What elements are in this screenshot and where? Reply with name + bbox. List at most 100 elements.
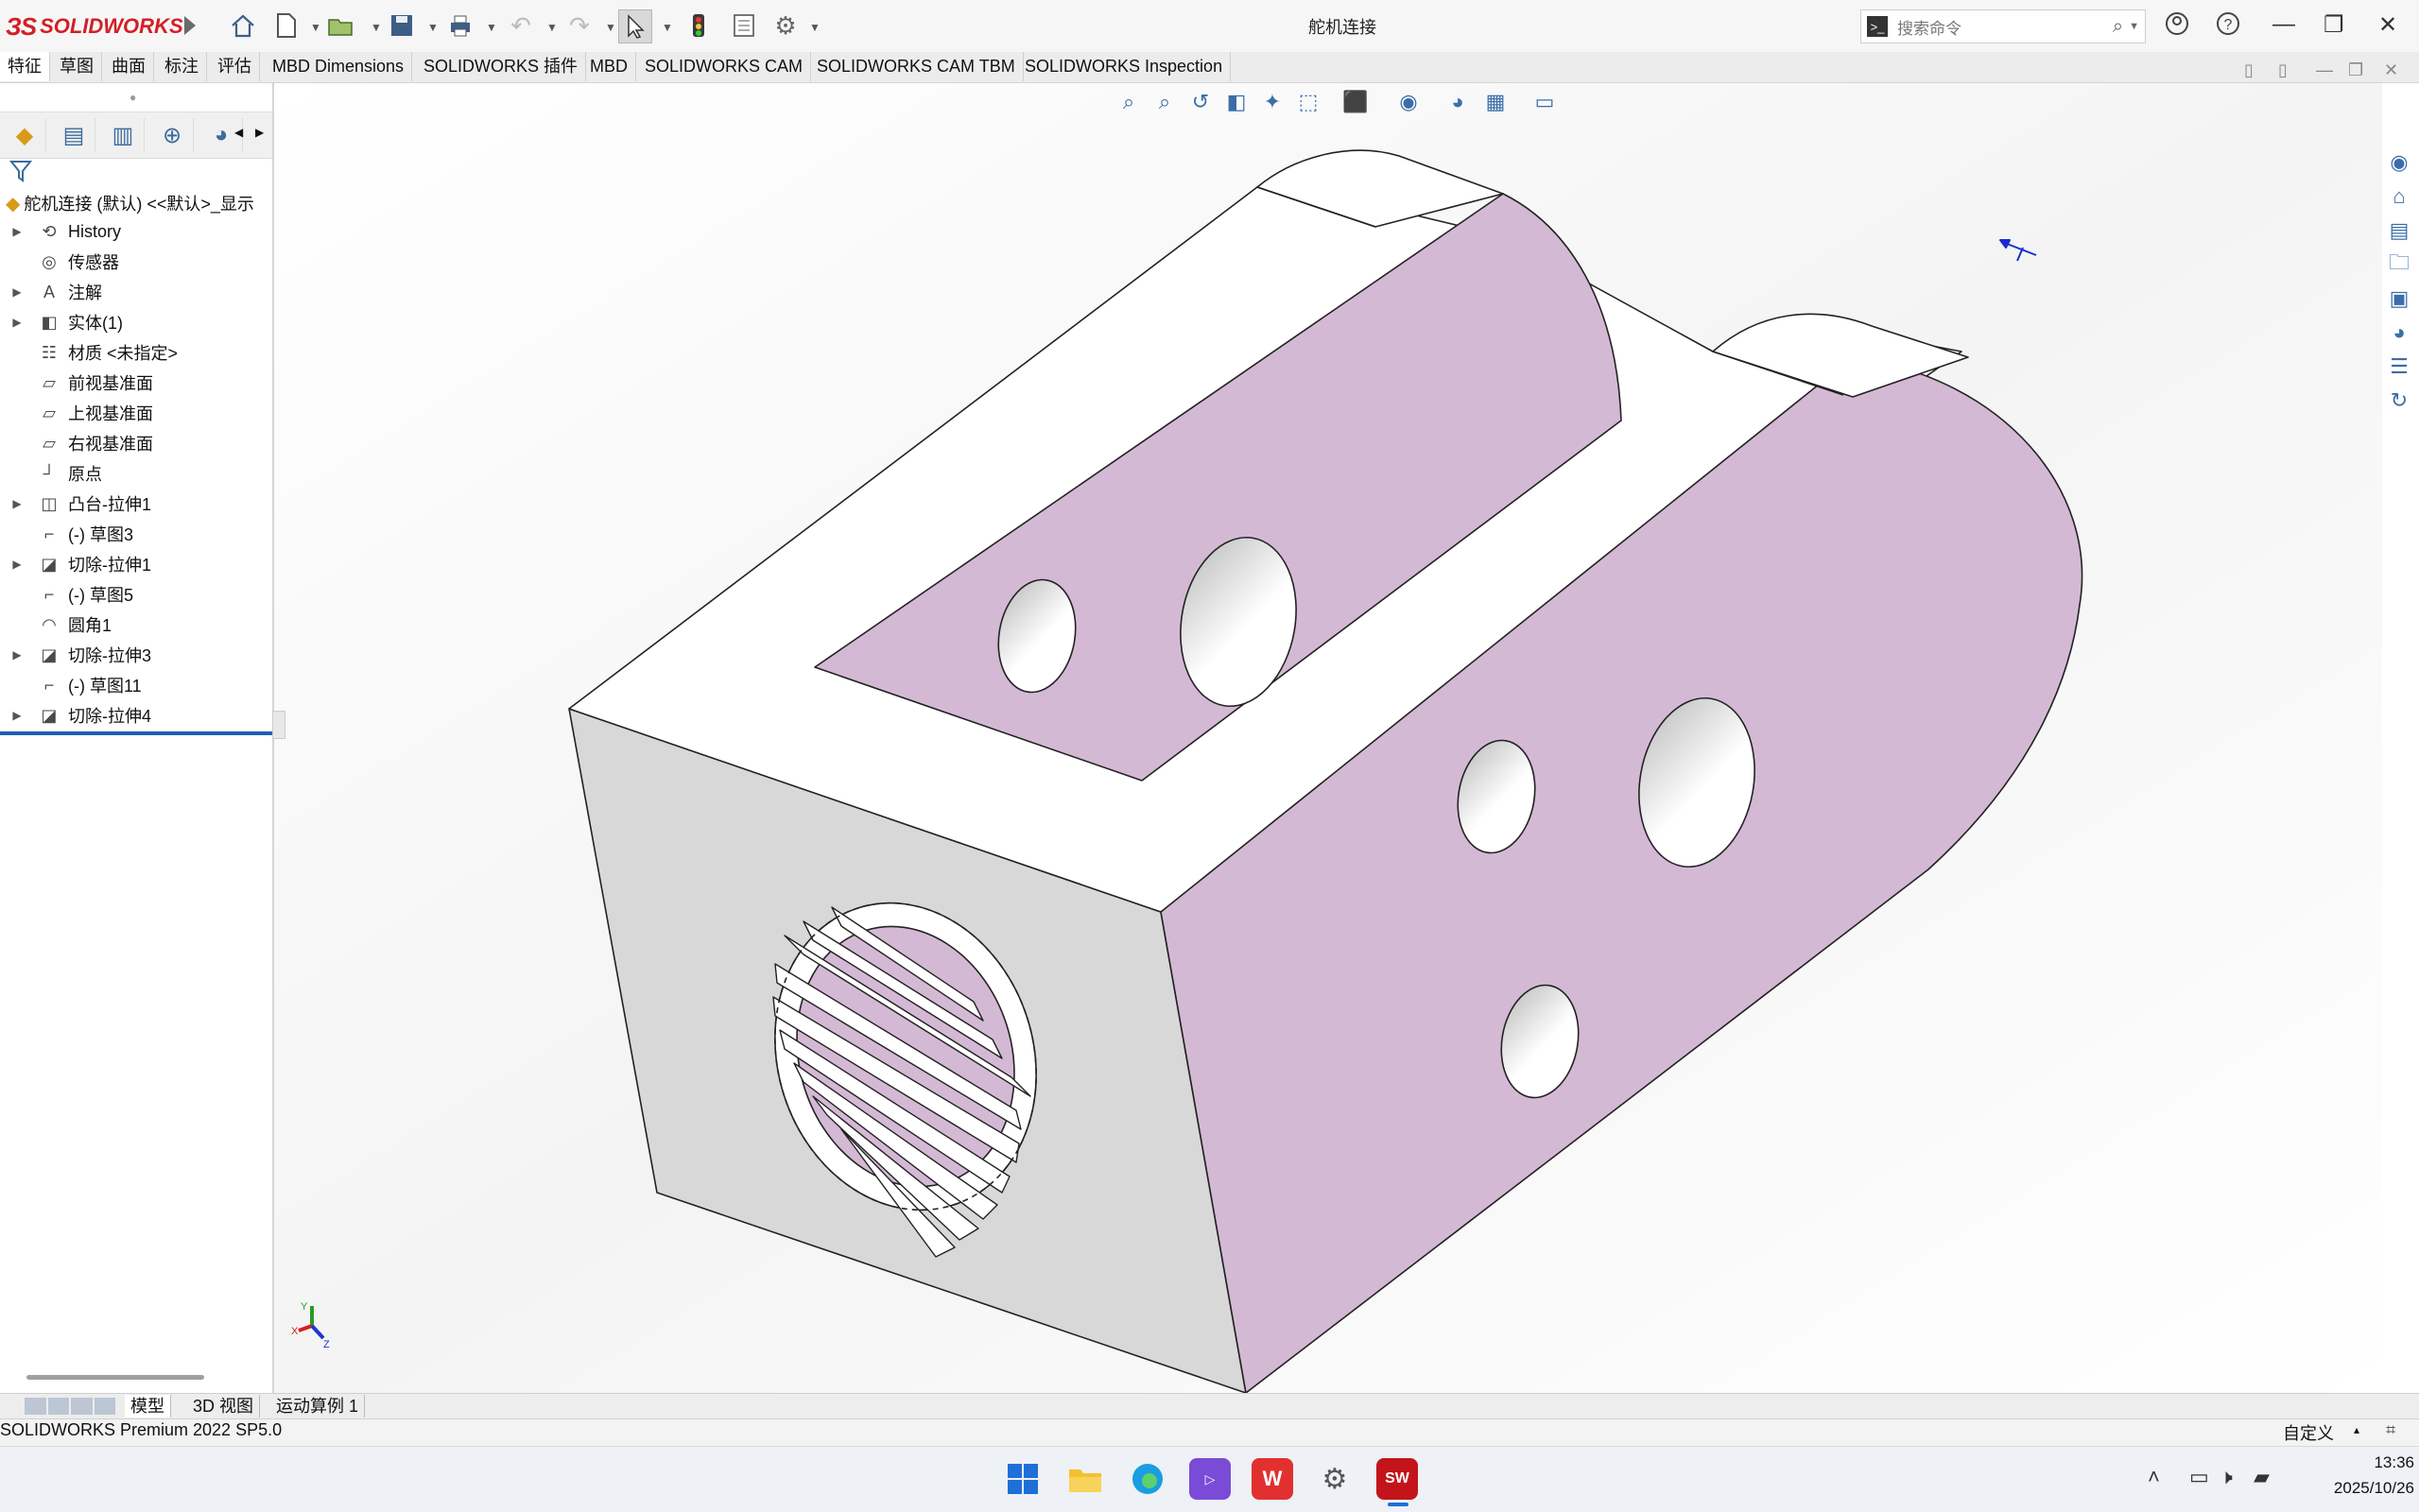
tree-item[interactable]: ▶ ◪ 切除-拉伸1 <box>0 550 270 578</box>
display-style-icon[interactable]: ⬛ <box>1340 87 1371 117</box>
search-dropdown-icon[interactable]: ▼ <box>2129 21 2139 32</box>
view-palette-icon[interactable]: ▣ <box>2384 284 2414 314</box>
tree-item[interactable]: ⌐ (-) 草图11 <box>0 671 270 699</box>
edit-appearance-icon[interactable]: ◕ <box>1443 87 1473 117</box>
tab-markup[interactable]: 标注 <box>157 52 207 81</box>
doc-minimize-icon[interactable]: — <box>2316 60 2333 80</box>
tab-sketch[interactable]: 草图 <box>52 52 102 81</box>
tree-filter-icon[interactable] <box>9 159 38 187</box>
print-icon[interactable] <box>444 9 476 42</box>
solidworks-taskbar-icon[interactable]: SW <box>1376 1458 1418 1500</box>
section-view-icon[interactable]: ◧ <box>1221 87 1252 117</box>
tab-3d-view[interactable]: 3D 视图 <box>187 1395 261 1418</box>
next-tab-icon[interactable] <box>71 1398 93 1415</box>
expand-arrow-icon[interactable]: ▶ <box>0 316 34 329</box>
save-dropdown-icon[interactable]: ▼ <box>427 21 439 34</box>
menu-expand-icon[interactable] <box>181 13 199 38</box>
clock-date[interactable]: 2025/10/26 <box>2297 1479 2414 1498</box>
propertymanager-tab-icon[interactable]: ▤ <box>53 118 95 152</box>
status-tag-icon[interactable]: ⌗ <box>2386 1420 2395 1440</box>
expand-arrow-icon[interactable]: ▶ <box>0 558 34 571</box>
clock-time[interactable]: 13:36 <box>2339 1453 2414 1472</box>
pane-right-icon[interactable]: ▯ <box>2278 60 2288 80</box>
dynamic-annotation-icon[interactable]: ✦ <box>1257 87 1287 117</box>
doc-restore-icon[interactable]: ❐ <box>2348 60 2363 80</box>
tree-item[interactable]: ▶ ◪ 切除-拉伸3 <box>0 641 270 669</box>
tab-solidworks-cam-tbm[interactable]: SOLIDWORKS CAM TBM <box>809 52 1024 81</box>
tree-item[interactable]: ◎ 传感器 <box>0 248 270 276</box>
tree-item[interactable]: ⌐ (-) 草图3 <box>0 520 270 548</box>
settings-taskbar-icon[interactable]: ⚙ <box>1314 1458 1356 1500</box>
hide-show-items-icon[interactable]: ◉ <box>1393 87 1424 117</box>
panel-horizontal-scrollbar[interactable] <box>26 1375 204 1380</box>
new-dropdown-icon[interactable]: ▼ <box>310 21 321 34</box>
tree-item[interactable]: ▱ 上视基准面 <box>0 399 270 427</box>
redo-dropdown-icon[interactable]: ▼ <box>605 21 616 34</box>
file-properties-icon[interactable] <box>728 9 760 42</box>
user-account-icon[interactable] <box>2165 11 2189 43</box>
tab-motion-study[interactable]: 运动算例 1 <box>270 1395 366 1418</box>
home-icon[interactable] <box>227 9 259 42</box>
expand-arrow-icon[interactable]: ▶ <box>0 225 34 238</box>
tab-solidworks-cam[interactable]: SOLIDWORKS CAM <box>637 52 812 81</box>
expand-arrow-icon[interactable]: ▶ <box>0 285 34 299</box>
tab-solidworks-addins[interactable]: SOLIDWORKS 插件 <box>416 52 587 81</box>
panel-collapse-handle[interactable] <box>272 711 285 739</box>
last-tab-icon[interactable] <box>94 1398 115 1415</box>
tree-item[interactable]: ⌐ (-) 草图5 <box>0 580 270 609</box>
featuremanager-tab-icon[interactable]: ◆ <box>4 118 46 152</box>
solidworks-logo[interactable]: ЗS SOLIDWORKS <box>6 9 183 43</box>
tree-item[interactable]: ▶ ◫ 凸台-拉伸1 <box>0 490 270 518</box>
tree-item[interactable]: ▶ A 注解 <box>0 278 270 306</box>
tab-features[interactable]: 特征 <box>0 52 50 81</box>
solidworks-resources-icon[interactable]: ◉ <box>2384 147 2414 178</box>
design-library-icon[interactable]: ▤ <box>2384 215 2414 246</box>
design-library-home-icon[interactable]: ⌂ <box>2384 181 2414 212</box>
file-explorer-icon[interactable]: 🗀 <box>2384 249 2414 280</box>
unit-system-selector[interactable]: 自定义 <box>2283 1420 2334 1445</box>
rollback-bar[interactable] <box>0 731 272 735</box>
tab-scroll-buttons[interactable] <box>25 1398 115 1415</box>
tabs-scroll-right-icon[interactable]: ▶ <box>255 126 264 139</box>
select-pointer-icon[interactable] <box>618 9 652 43</box>
expand-arrow-icon[interactable]: ▶ <box>0 648 34 662</box>
tree-item[interactable]: ▶ ◧ 实体(1) <box>0 308 270 336</box>
tab-mbd-dimensions[interactable]: MBD Dimensions <box>265 52 413 81</box>
visual-studio-preview-icon[interactable]: ▷ <box>1189 1458 1231 1500</box>
doc-close-icon[interactable]: ✕ <box>2384 60 2398 80</box>
new-document-icon[interactable] <box>270 9 302 42</box>
windows-start-icon[interactable] <box>1002 1458 1044 1500</box>
previous-view-icon[interactable]: ↺ <box>1185 87 1216 117</box>
search-icon[interactable]: ⌕ <box>2113 16 2123 38</box>
options-gear-icon[interactable]: ⚙ <box>769 9 802 42</box>
undo-dropdown-icon[interactable]: ▼ <box>546 21 558 34</box>
tab-surfaces[interactable]: 曲面 <box>104 52 154 81</box>
tree-item[interactable]: ▶ ⟲ History <box>0 217 270 246</box>
view-orientation-icon[interactable]: ⬚ <box>1293 87 1323 117</box>
custom-properties-icon[interactable]: ☰ <box>2384 352 2414 382</box>
edge-browser-icon[interactable] <box>1127 1458 1168 1500</box>
tree-root[interactable]: ◆ 舵机连接 (默认) <<默认>_显示 <box>6 191 270 215</box>
tree-item[interactable]: ▱ 前视基准面 <box>0 369 270 397</box>
restore-icon[interactable]: ❐ <box>2324 11 2344 39</box>
save-icon[interactable] <box>386 9 418 42</box>
volume-icon[interactable]: 🕨 <box>2220 1465 2233 1489</box>
select-dropdown-icon[interactable]: ▼ <box>662 21 673 34</box>
tree-item[interactable]: ▱ 右视基准面 <box>0 429 270 457</box>
tab-solidworks-inspection[interactable]: SOLIDWORKS Inspection <box>1017 52 1232 81</box>
wps-office-icon[interactable]: W <box>1252 1458 1293 1500</box>
tree-item[interactable]: ◠ 圆角1 <box>0 610 270 639</box>
rebuild-icon[interactable] <box>683 9 715 42</box>
graphics-area[interactable]: Y X Z <box>274 83 2382 1393</box>
tree-item[interactable]: ☷ 材质 <未指定> <box>0 338 270 367</box>
view-settings-icon[interactable]: ▭ <box>1529 87 1560 117</box>
panel-grip-icon[interactable]: ● <box>130 91 136 104</box>
tree-item[interactable]: ▶ ◪ 切除-拉伸4 <box>0 701 270 730</box>
pane-left-icon[interactable]: ▯ <box>2244 60 2254 80</box>
help-icon[interactable]: ? <box>2216 11 2240 43</box>
solidworks-forum-icon[interactable]: ↻ <box>2384 386 2414 416</box>
display-tray-icon[interactable]: ▭ <box>2189 1465 2209 1489</box>
tab-mbd[interactable]: MBD <box>582 52 636 81</box>
close-icon[interactable]: ✕ <box>2378 11 2397 39</box>
tree-item[interactable]: ┘ 原点 <box>0 459 270 488</box>
